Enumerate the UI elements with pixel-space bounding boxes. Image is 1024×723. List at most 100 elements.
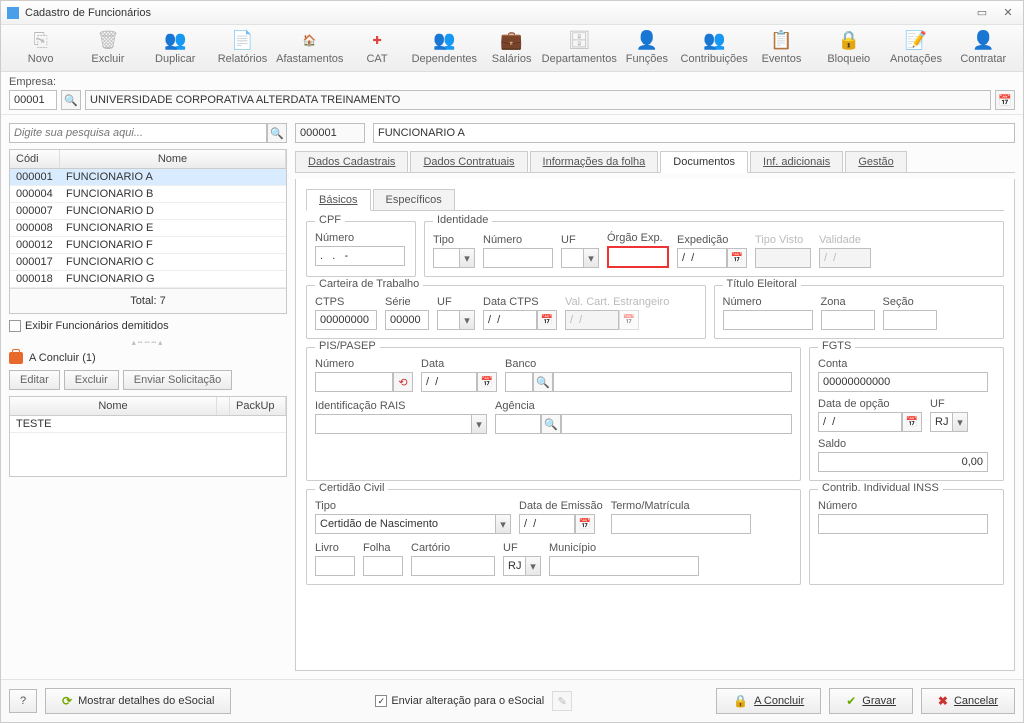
- excluir-left-button[interactable]: Excluir: [64, 370, 119, 390]
- expedicao-input[interactable]: [677, 248, 727, 268]
- empresa-calendar-button[interactable]: 📅: [995, 90, 1015, 110]
- pis-numero-input[interactable]: [315, 372, 393, 392]
- pis-data-input[interactable]: [421, 372, 477, 392]
- table-row[interactable]: 000001FUNCIONARIO A: [10, 169, 286, 186]
- enviar-esocial-checkbox[interactable]: ✓ Enviar alteração para o eSocial: [375, 695, 544, 707]
- cpf-numero-input[interactable]: [315, 246, 405, 266]
- table-row[interactable]: 000018FUNCIONARIO G: [10, 271, 286, 288]
- minimize-button[interactable]: ▭: [973, 6, 991, 20]
- fgts-data-opcao-input[interactable]: [818, 412, 902, 432]
- excluir-button[interactable]: 🗑Excluir: [74, 29, 141, 65]
- table-row[interactable]: TESTE: [10, 416, 286, 433]
- fgts-calendar-icon[interactable]: 📅: [902, 412, 922, 432]
- certidao-calendar-icon[interactable]: 📅: [575, 514, 595, 534]
- rais-combo[interactable]: ▾: [315, 414, 487, 434]
- search-input[interactable]: [9, 123, 267, 143]
- eventos-button[interactable]: 📋Eventos: [748, 29, 815, 65]
- dependentes-button[interactable]: 👥Dependentes: [411, 29, 478, 65]
- agencia-search-icon[interactable]: 🔍: [541, 414, 561, 434]
- certidao-folha-input[interactable]: [363, 556, 403, 576]
- subtab-especificos[interactable]: Específicos: [373, 189, 455, 210]
- cancel-icon: ✖: [938, 694, 948, 708]
- titulo-secao-input[interactable]: [883, 310, 937, 330]
- agencia-name-input[interactable]: [561, 414, 792, 434]
- a-concluir-button: 🔒 A Concluir: [716, 688, 821, 714]
- certidao-uf-combo[interactable]: ▾: [503, 556, 541, 576]
- titulo-zona-input[interactable]: [821, 310, 875, 330]
- anotacoes-button[interactable]: 📝Anotações: [882, 29, 949, 65]
- table-row[interactable]: 000007FUNCIONARIO D: [10, 203, 286, 220]
- tab-info-folha[interactable]: Informações da folha: [530, 151, 659, 172]
- tab-dados-contratuais[interactable]: Dados Contratuais: [410, 151, 527, 172]
- pis-banco-code-input[interactable]: [505, 372, 533, 392]
- identidade-uf-combo[interactable]: ▾: [561, 248, 599, 268]
- contribuicoes-button[interactable]: 👥Contribuições: [681, 29, 748, 65]
- certidao-data-input[interactable]: [519, 514, 575, 534]
- pending-row[interactable]: A Concluir (1): [9, 352, 287, 364]
- tab-documentos[interactable]: Documentos: [660, 151, 748, 173]
- tab-dados-cadastrais[interactable]: Dados Cadastrais: [295, 151, 408, 172]
- help-button[interactable]: ?: [9, 689, 37, 713]
- duplicar-button[interactable]: 👥Duplicar: [142, 29, 209, 65]
- table-row[interactable]: 000008FUNCIONARIO E: [10, 220, 286, 237]
- close-button[interactable]: ✕: [999, 6, 1017, 20]
- splitter-grip[interactable]: ▴┅┅┅▴: [9, 338, 287, 346]
- tab-gestao[interactable]: Gestão: [845, 151, 906, 172]
- pis-banco-name-input[interactable]: [553, 372, 792, 392]
- bloqueio-button[interactable]: 🔒Bloqueio: [815, 29, 882, 65]
- identidade-numero-input[interactable]: [483, 248, 553, 268]
- cat-button[interactable]: ✚CAT: [343, 29, 410, 65]
- orgao-exp-input[interactable]: [609, 248, 667, 266]
- certidao-cartorio-input[interactable]: [411, 556, 495, 576]
- pis-calendar-icon[interactable]: 📅: [477, 372, 497, 392]
- detalhes-esocial-button[interactable]: ⟳ Mostrar detalhes do eSocial: [45, 688, 231, 714]
- funcoes-button[interactable]: 👤Funções: [613, 29, 680, 65]
- certidao-livro-input[interactable]: [315, 556, 355, 576]
- agencia-code-input[interactable]: [495, 414, 541, 434]
- table-row[interactable]: 000012FUNCIONARIO F: [10, 237, 286, 254]
- gravar-button[interactable]: ✔ Gravar: [829, 688, 913, 714]
- certidao-municipio-input[interactable]: [549, 556, 699, 576]
- table-row[interactable]: 000017FUNCIONARIO C: [10, 254, 286, 271]
- lock-small-icon: 🔒: [733, 694, 748, 708]
- serie-input[interactable]: [385, 310, 429, 330]
- empresa-search-button[interactable]: 🔍: [61, 90, 81, 110]
- th-lower-nome[interactable]: Nome: [10, 397, 217, 415]
- func-name-input[interactable]: [373, 123, 1015, 143]
- enviar-solicitacao-button[interactable]: Enviar Solicitação: [123, 370, 232, 390]
- novo-button[interactable]: ⎘Novo: [7, 29, 74, 65]
- titulo-numero-input[interactable]: [723, 310, 813, 330]
- departamentos-button[interactable]: 🗄Departamentos: [545, 29, 613, 65]
- editar-button[interactable]: Editar: [9, 370, 60, 390]
- pis-banco-search-icon[interactable]: 🔍: [533, 372, 553, 392]
- identidade-tipo-combo[interactable]: ▾: [433, 248, 475, 268]
- fgts-saldo-input[interactable]: [818, 452, 988, 472]
- relatorios-button[interactable]: 📄Relatórios: [209, 29, 276, 65]
- ctps-input[interactable]: [315, 310, 377, 330]
- empresa-code-input[interactable]: [9, 90, 57, 110]
- tab-inf-adicionais[interactable]: Inf. adicionais: [750, 151, 843, 172]
- ctps-uf-combo[interactable]: ▾: [437, 310, 475, 330]
- cpf-group: CPF Número: [306, 221, 416, 277]
- contratar-button[interactable]: 👤Contratar: [950, 29, 1017, 65]
- table-row[interactable]: 000004FUNCIONARIO B: [10, 186, 286, 203]
- expedicao-calendar-icon[interactable]: 📅: [727, 248, 747, 268]
- ctps-calendar-icon[interactable]: 📅: [537, 310, 557, 330]
- certidao-termo-input[interactable]: [611, 514, 751, 534]
- data-ctps-input[interactable]: [483, 310, 537, 330]
- certidao-tipo-combo[interactable]: ▾: [315, 514, 511, 534]
- th-code[interactable]: Códi: [10, 150, 60, 168]
- exibir-demitidos-checkbox[interactable]: Exibir Funcionários demitidos: [9, 320, 287, 332]
- search-button[interactable]: 🔍: [267, 123, 287, 143]
- subtab-basicos[interactable]: Básicos: [306, 189, 371, 211]
- fgts-conta-input[interactable]: [818, 372, 988, 392]
- th-lower-pack[interactable]: PackUp: [230, 397, 286, 415]
- fgts-uf-combo[interactable]: ▾: [930, 412, 968, 432]
- cancelar-button[interactable]: ✖ Cancelar: [921, 688, 1015, 714]
- salarios-button[interactable]: 💼Salários: [478, 29, 545, 65]
- th-name[interactable]: Nome: [60, 150, 286, 168]
- inss-numero-input[interactable]: [818, 514, 988, 534]
- pis-refresh-button[interactable]: ⟲: [393, 372, 413, 392]
- lower-table: Nome PackUp TESTE: [9, 396, 287, 477]
- afastamentos-button[interactable]: 🏠Afastamentos: [276, 29, 343, 65]
